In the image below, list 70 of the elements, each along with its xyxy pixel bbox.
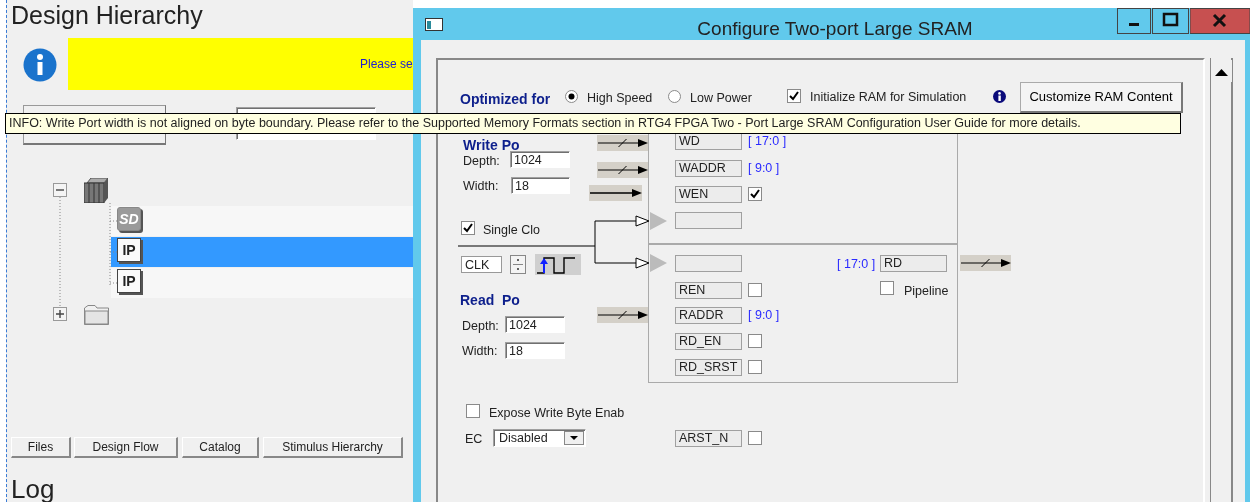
panel-tab[interactable]: Catalog [182, 437, 259, 458]
bit-range: [ 17:0 ] [837, 256, 877, 271]
section-heading: Read Po [460, 291, 521, 306]
checkbox[interactable] [748, 431, 762, 445]
bit-range: [ 9:0 ] [748, 307, 781, 322]
checkbox[interactable] [748, 187, 762, 201]
depth-field[interactable]: 1024 [510, 151, 570, 168]
maximize-button[interactable] [1152, 8, 1189, 34]
info-icon [993, 90, 1006, 103]
spinner-control[interactable] [510, 255, 526, 274]
checkbox[interactable] [748, 283, 762, 297]
panel-tab[interactable]: Design Flow [74, 437, 178, 458]
info-icon [23, 48, 57, 82]
ecc-dropdown[interactable]: Disabled [493, 429, 586, 447]
panel-tab[interactable]: Files [11, 437, 71, 458]
info-tooltip: INFO: Write Port width is not aligned on byte boundary. Please refer to the Supported Memory Formats section in RTG4 FPGA Two - Port Large SRAM Configuration User Guide for more details. [5, 113, 1181, 134]
ip-core-badge: IP [117, 238, 141, 262]
customize-ram-button[interactable]: Customize RAM Content [1020, 82, 1183, 113]
tree-row[interactable]: IP [111, 268, 414, 298]
optimized-for-label: Optimized for [460, 90, 552, 107]
section-heading: Write Po [463, 136, 521, 151]
minimize-button[interactable] [1117, 8, 1151, 34]
clock-signal-box [675, 255, 742, 272]
port-label: RD_SRST [675, 359, 742, 376]
depth-field[interactable]: 1024 [505, 316, 565, 333]
smartdesign-badge: SD [117, 207, 141, 231]
library-icon [84, 178, 108, 203]
banner-message: Please se [360, 57, 410, 71]
clock-signal-box [675, 212, 742, 229]
width-field[interactable]: 18 [511, 177, 570, 194]
port-label: RADDR [675, 307, 742, 324]
port-label: WEN [675, 186, 742, 203]
clock-field[interactable]: CLK [461, 256, 502, 273]
scroll-bar[interactable] [1210, 58, 1233, 502]
window-title: Configure Two-port Large SRAM [696, 17, 974, 41]
tree-row[interactable]: IP [111, 237, 414, 267]
checkbox[interactable] [748, 360, 762, 374]
clock-edge-icon[interactable] [535, 254, 581, 275]
field-label: Depth: [462, 318, 500, 333]
panel-title: Design Hierarchy [11, 0, 204, 30]
port-label: REN [675, 282, 742, 299]
port-label: ARST_N [675, 430, 742, 447]
checkbox-label: Expose Write Byte Enab [489, 405, 626, 421]
close-button[interactable] [1190, 8, 1250, 34]
collapse-toggle[interactable] [53, 183, 67, 197]
checkbox[interactable] [461, 221, 475, 235]
checkbox-label: Initialize RAM for Simulation [810, 89, 968, 105]
field-label: Width: [462, 343, 499, 358]
checkbox[interactable] [466, 404, 480, 418]
panel-tab[interactable]: Stimulus Hierarchy [263, 437, 403, 458]
window-icon [425, 18, 443, 31]
checkbox[interactable] [748, 334, 762, 348]
checkbox-label: Pipeline [904, 283, 950, 299]
width-field[interactable]: 18 [505, 342, 565, 359]
field-label: Width: [463, 178, 500, 193]
port-label: WADDR [675, 160, 742, 177]
checkbox[interactable] [787, 89, 801, 103]
checkbox[interactable] [880, 281, 894, 295]
radio-label: Low Power [690, 90, 753, 106]
field-label: EC [465, 431, 484, 446]
bit-range: [ 17:0 ] [748, 133, 788, 148]
ip-core-badge: IP [117, 269, 141, 293]
bit-range: [ 9:0 ] [748, 160, 781, 175]
radio-label: High Speed [587, 90, 654, 106]
port-label: RD [880, 255, 947, 272]
port-label: RD_EN [675, 333, 742, 350]
checkbox-label: Single Clo [483, 222, 541, 238]
folder-icon [84, 305, 109, 325]
field-label: Depth: [463, 153, 501, 168]
expand-toggle[interactable] [53, 307, 67, 321]
